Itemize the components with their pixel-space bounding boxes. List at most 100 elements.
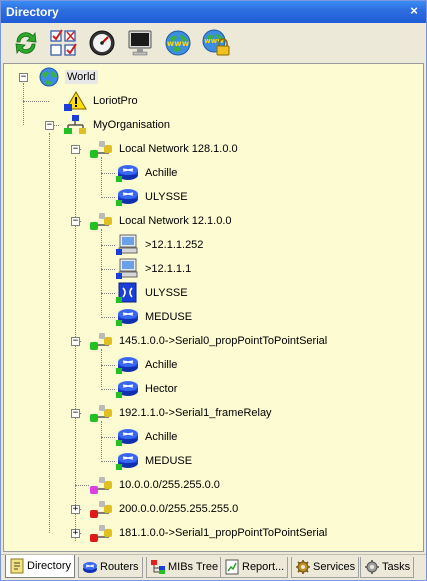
computer-icon [115, 234, 139, 256]
tree-node-ulysse[interactable]: ULYSSE [115, 186, 190, 208]
tab-directory[interactable]: Directory [5, 555, 76, 578]
tree-connector [101, 317, 115, 318]
tab-label: MIBs Tree [168, 561, 219, 573]
tree-node-network-128[interactable]: Local Network 128.1.0.0 [89, 138, 240, 160]
tree-node-network-192[interactable]: 192.1.1.0->Serial1_frameRelay [89, 402, 274, 424]
tab-label: Services [313, 561, 356, 573]
router-icon [115, 426, 139, 448]
checklist-button[interactable] [46, 26, 80, 60]
tree-node-network-181[interactable]: 181.1.0.0->Serial1_propPointToPointSeria… [89, 522, 329, 544]
router-icon [115, 354, 139, 376]
tree-node-meduse[interactable]: MEDUSE [115, 450, 194, 472]
collapse-network-192-button[interactable]: − [71, 409, 80, 418]
tree-node-label: Achille [145, 359, 178, 371]
network-red-icon [89, 522, 113, 544]
tree-node-label: 192.1.1.0->Serial1_frameRelay [119, 407, 272, 419]
router-icon [115, 450, 139, 472]
tree-connector [101, 293, 115, 294]
tree-node-host-12-1-1-252[interactable]: >12.1.1.252 [115, 234, 205, 256]
tree-connector [101, 245, 115, 246]
tasks-icon [364, 559, 380, 575]
tree-node-network-145[interactable]: 145.1.0.0->Serial0_propPointToPointSeria… [89, 330, 329, 352]
tab-mibs-tree[interactable]: MIBs Tree [146, 557, 223, 578]
refresh-icon [15, 31, 37, 55]
globe-icon [37, 66, 61, 88]
gauge-icon [89, 30, 115, 56]
mib-tree-tab-icon [150, 559, 166, 575]
bottom-tab-bar: Directory Routers MIBs Tree Report... Se… [1, 554, 426, 580]
checklist-icon [50, 29, 77, 56]
tree-connector [101, 173, 115, 174]
network-red-icon [89, 498, 113, 520]
tree-node-label: Hector [145, 383, 178, 395]
tree-node-label: >12.1.1.252 [145, 239, 204, 251]
tree-node-label: Achille [145, 167, 178, 179]
tab-tasks[interactable]: Tasks [360, 557, 415, 578]
tree-node-loriotpro[interactable]: LoriotPro [63, 90, 140, 112]
gear-icon [295, 559, 311, 575]
title-bar: Directory × [1, 1, 426, 23]
globe-lock-button[interactable]: www [199, 26, 233, 60]
tree-node-network-200[interactable]: 200.0.0.0/255.255.255.0 [89, 498, 240, 520]
tree-node-label: 181.1.0.0->Serial1_propPointToPointSeria… [119, 527, 328, 539]
tree-node-label: 200.0.0.0/255.255.255.0 [119, 503, 239, 515]
collapse-network-12-button[interactable]: − [71, 217, 80, 226]
collapse-network-128-button[interactable]: − [71, 145, 80, 154]
tree-node-label: ULYSSE [145, 191, 188, 203]
tree-connector [75, 485, 89, 486]
tree-node-meduse[interactable]: MEDUSE [115, 306, 194, 328]
report-tab-icon [224, 559, 240, 575]
tree-connector [101, 197, 115, 198]
globe-www-button[interactable]: www [161, 26, 195, 60]
expand-network-200-button[interactable]: + [71, 505, 80, 514]
svg-text:www: www [204, 37, 224, 45]
tree-connector [101, 421, 102, 459]
warning-icon [63, 90, 87, 112]
tree-node-achille[interactable]: Achille [115, 354, 179, 376]
tab-services[interactable]: Services [291, 557, 360, 578]
tree-node-label: Local Network 12.1.0.0 [119, 215, 232, 227]
tree-node-myorganisation[interactable]: MyOrganisation [63, 114, 172, 136]
tree-node-host-12-1-1-1[interactable]: >12.1.1.1 [115, 258, 193, 280]
tree-node-hector[interactable]: Hector [115, 378, 179, 400]
gauge-button[interactable] [85, 26, 119, 60]
tree-node-network-12[interactable]: Local Network 12.1.0.0 [89, 210, 234, 232]
tree-node-label: MyOrganisation [93, 119, 171, 131]
monitor-icon [128, 30, 152, 56]
router-icon [115, 162, 139, 184]
refresh-button[interactable] [9, 26, 43, 60]
network-green-icon [89, 210, 113, 232]
window-title: Directory [6, 5, 59, 19]
network-green-icon [89, 330, 113, 352]
tree-node-achille[interactable]: Achille [115, 426, 179, 448]
collapse-world-button[interactable]: − [19, 73, 28, 82]
tab-label: Routers [100, 561, 139, 573]
organisation-icon [63, 114, 87, 136]
tree-node-ulysse-switch[interactable]: ULYSSE [115, 282, 190, 304]
tree-node-label: Local Network 128.1.0.0 [119, 143, 238, 155]
tree-connector [101, 157, 102, 195]
tab-report[interactable]: Report... [220, 557, 289, 578]
tree-node-world[interactable]: World [37, 66, 98, 88]
tree-connector [75, 157, 76, 541]
tree-node-network-10[interactable]: 10.0.0.0/255.255.0.0 [89, 474, 222, 496]
tree-connector [101, 349, 102, 387]
tree-connector [23, 101, 49, 102]
tree-node-achille[interactable]: Achille [115, 162, 179, 184]
collapse-network-145-button[interactable]: − [71, 337, 80, 346]
expand-network-181-button[interactable]: + [71, 529, 80, 538]
tree-connector [101, 461, 115, 462]
directory-window: Directory × www www − − − − − − + + Worl… [0, 0, 427, 581]
directory-tab-icon [9, 558, 25, 574]
router-icon [115, 186, 139, 208]
tree-node-label: Achille [145, 431, 178, 443]
network-green-icon [89, 138, 113, 160]
close-button[interactable]: × [407, 4, 421, 18]
tab-routers[interactable]: Routers [78, 557, 143, 578]
computer-icon [115, 258, 139, 280]
collapse-myorganisation-button[interactable]: − [45, 121, 54, 130]
tree-node-label: 10.0.0.0/255.255.0.0 [119, 479, 220, 491]
tree-node-label: MEDUSE [145, 311, 193, 323]
tree-connector [101, 229, 102, 315]
monitor-button[interactable] [123, 26, 157, 60]
